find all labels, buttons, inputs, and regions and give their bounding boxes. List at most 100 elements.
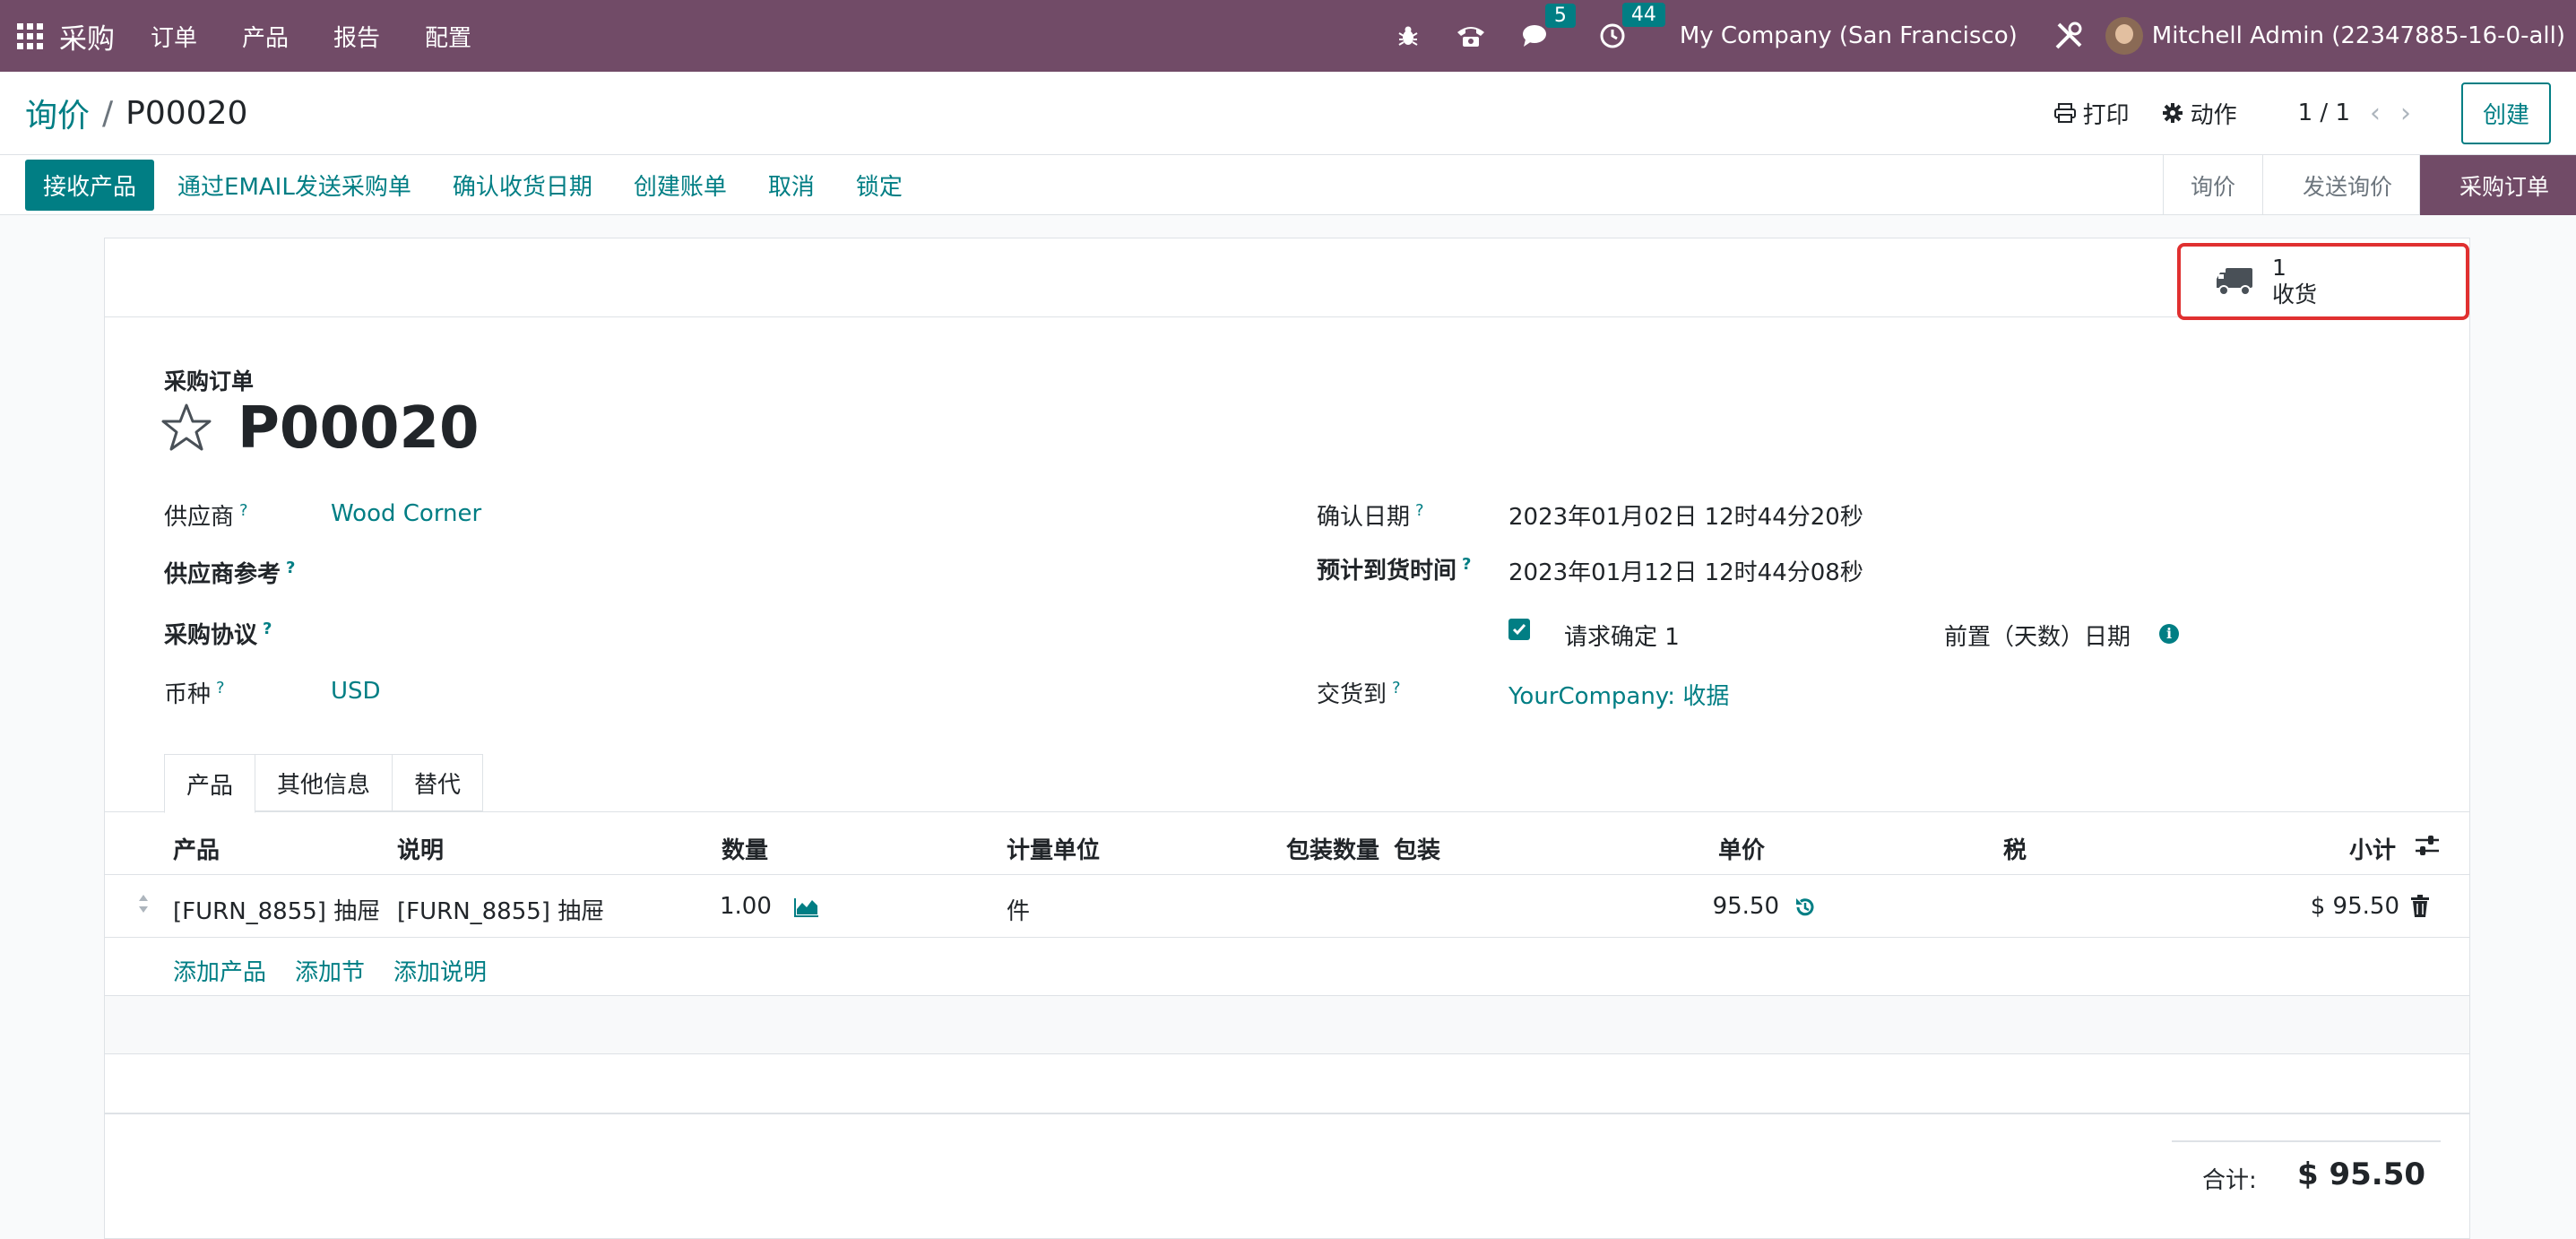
apps-menu-icon[interactable] (0, 0, 59, 72)
user-menu[interactable]: Mitchell Admin (22347885-16-0-all) (2152, 22, 2565, 49)
messages-badge: 5 (1544, 4, 1576, 28)
help-icon[interactable]: ? (1392, 679, 1401, 697)
pager-previous-icon[interactable]: ‹ (2370, 98, 2381, 129)
col-subtotal[interactable]: 小计 (2349, 832, 2396, 865)
empty-row (105, 1054, 2469, 1112)
stage-rfq-label: 询价 (2190, 173, 2235, 200)
menu-reporting[interactable]: 报告 (333, 20, 380, 53)
drag-handle-icon[interactable] (137, 893, 150, 914)
confirmation-date-field[interactable]: 2023年01月02日 12时44分20秒 (1508, 498, 1863, 532)
lead-days-label: 前置（天数）日期 (1944, 624, 2131, 651)
vendor-label: 供应商? (164, 501, 248, 531)
lock-button[interactable]: 锁定 (856, 169, 903, 202)
statusbar-buttons: 接收产品 通过EMAIL发送采购单 确认收货日期 创建账单 取消 锁定 (25, 159, 944, 211)
deliver-to-label: 交货到? (1317, 679, 1401, 708)
line-description[interactable]: [FURN_8855] 抽屉 (397, 893, 604, 926)
breadcrumb: 询价 / P00020 (25, 90, 247, 136)
phone-icon[interactable] (1456, 23, 1486, 48)
deliver-to-field[interactable]: YourCompany: 收据 (1508, 678, 1729, 711)
receipt-smart-button[interactable]: 1 收货 (2177, 243, 2469, 320)
optional-columns-icon[interactable] (2414, 833, 2441, 858)
stage-rfq[interactable]: 询价 (2162, 155, 2262, 215)
action-button[interactable]: 动作 (2162, 97, 2237, 130)
pager-value[interactable]: 1 / 1 (2298, 100, 2350, 126)
confirm-receipt-date-button[interactable]: 确认收货日期 (453, 169, 592, 202)
expected-arrival-field[interactable]: 2023年01月12日 12时44分08秒 (1508, 554, 1863, 587)
print-button[interactable]: 打印 (2053, 97, 2130, 130)
menu-products[interactable]: 产品 (242, 20, 289, 53)
line-unit-price[interactable]: 95.50 (1699, 893, 1779, 920)
star-icon[interactable] (160, 403, 212, 453)
col-uom[interactable]: 计量单位 (1007, 832, 1100, 865)
user-avatar[interactable] (2105, 17, 2143, 55)
tab-other-info[interactable]: 其他信息 (255, 754, 393, 811)
app-name[interactable]: 采购 (59, 16, 115, 56)
notebook-tabs: 产品 其他信息 替代 (164, 754, 484, 813)
col-description[interactable]: 说明 (397, 832, 444, 865)
purchase-agreement-label: 采购协议? (164, 620, 272, 649)
trash-icon[interactable] (2410, 895, 2430, 918)
line-product[interactable]: [FURN_8855] 抽屉 (173, 893, 380, 926)
forecast-chart-icon[interactable] (793, 897, 820, 918)
help-icon[interactable]: ? (239, 501, 248, 520)
menu-configuration[interactable]: 配置 (425, 20, 471, 53)
company-switcher[interactable]: My Company (San Francisco) (1680, 22, 2018, 49)
activities-clock-icon[interactable]: 44 (1599, 3, 1665, 49)
create-button[interactable]: 创建 (2460, 82, 2551, 144)
col-taxes[interactable]: 税 (2003, 832, 2027, 865)
line-uom[interactable]: 件 (1007, 893, 1030, 926)
stage-purchase-order[interactable]: 采购订单 (2418, 155, 2576, 215)
cancel-button[interactable]: 取消 (768, 169, 815, 202)
form-sheet: 1 收货 采购订单 P00020 供应商? Wood Corner 供应商参考?… (104, 238, 2470, 1239)
col-unit-price[interactable]: 单价 (1718, 832, 1765, 865)
breadcrumb-parent[interactable]: 询价 (25, 90, 90, 136)
history-icon[interactable] (1794, 896, 1817, 919)
activities-badge: 44 (1621, 3, 1665, 27)
help-icon[interactable]: ? (1415, 501, 1424, 520)
ask-confirmation-checkbox[interactable] (1508, 619, 1530, 640)
help-icon[interactable]: ? (1462, 555, 1471, 574)
help-icon[interactable]: ? (286, 559, 295, 577)
tab-alternatives[interactable]: 替代 (392, 754, 484, 811)
tab-products[interactable]: 产品 (164, 754, 256, 813)
receipt-label: 收货 (2272, 282, 2318, 308)
settings-tools-icon[interactable] (2053, 21, 2084, 51)
col-product[interactable]: 产品 (173, 832, 220, 865)
vendor-field[interactable]: Wood Corner (331, 500, 481, 527)
send-po-email-button[interactable]: 通过EMAIL发送采购单 (177, 169, 411, 202)
pager-next-icon[interactable]: › (2400, 98, 2411, 129)
stage-rfq-sent-label: 发送询价 (2302, 173, 2392, 200)
document-type-label: 采购订单 (164, 368, 255, 394)
truck-icon (2217, 268, 2252, 296)
expected-arrival-label: 预计到货时间? (1317, 555, 1472, 585)
receipt-count: 1 (2272, 255, 2286, 281)
pager: 1 / 1 ‹ › (2298, 98, 2411, 129)
currency-field[interactable]: USD (331, 678, 381, 705)
stage-rfq-sent[interactable]: 发送询价 (2261, 155, 2419, 215)
help-icon[interactable]: ? (216, 679, 225, 697)
total-amount: $ 95.50 (2297, 1157, 2426, 1192)
col-packaging-qty[interactable]: 包装数量 (1286, 832, 1379, 865)
menu-orders[interactable]: 订单 (151, 20, 197, 53)
breadcrumb-separator: / (102, 94, 114, 132)
receive-products-button[interactable]: 接收产品 (25, 159, 155, 211)
add-section-link[interactable]: 添加节 (295, 954, 365, 987)
debug-bug-icon[interactable] (1396, 24, 1420, 48)
breadcrumb-current: P00020 (125, 94, 248, 132)
check-icon (1512, 624, 1526, 636)
col-packaging[interactable]: 包装 (1394, 832, 1440, 865)
empty-row (105, 996, 2469, 1053)
help-icon[interactable]: ? (263, 620, 272, 638)
create-bill-button[interactable]: 创建账单 (634, 169, 727, 202)
messages-icon[interactable]: 5 (1522, 4, 1576, 48)
total-label: 合计: (2202, 1167, 2257, 1194)
add-product-link[interactable]: 添加产品 (173, 954, 266, 987)
status-stages: 询价 发送询价 采购订单 (2162, 155, 2576, 215)
table-bottom-border (105, 1113, 2469, 1114)
print-label: 打印 (2082, 101, 2130, 129)
total-divider (2172, 1140, 2441, 1142)
line-quantity[interactable]: 1.00 (720, 893, 772, 920)
col-quantity[interactable]: 数量 (722, 832, 768, 865)
info-icon[interactable]: i (2159, 624, 2179, 644)
add-note-link[interactable]: 添加说明 (393, 954, 487, 987)
